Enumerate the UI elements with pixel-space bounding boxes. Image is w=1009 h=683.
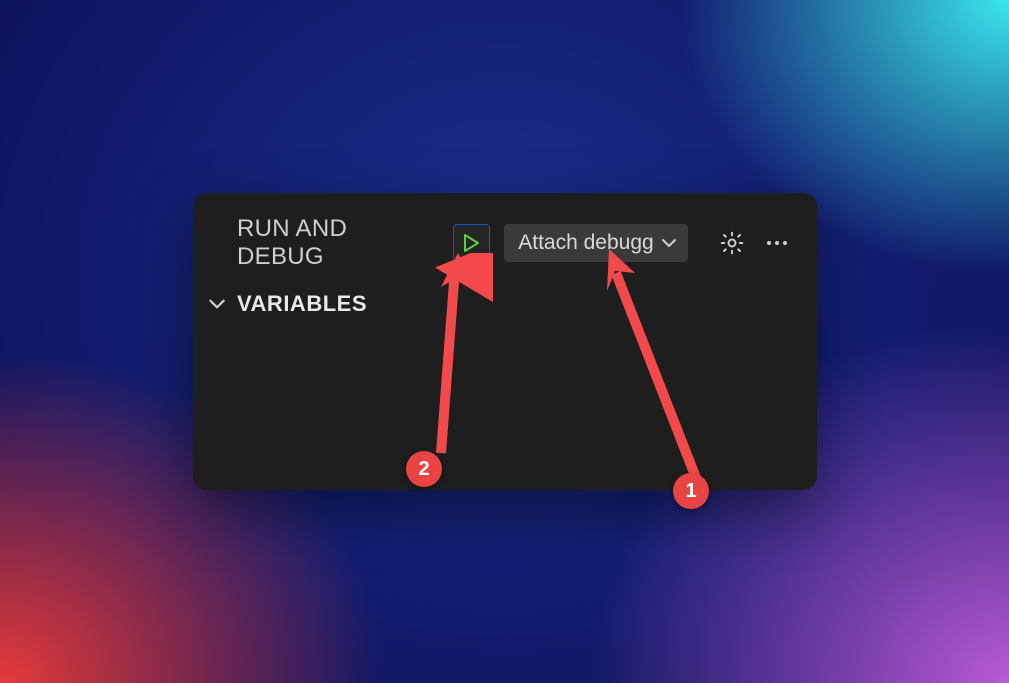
panel-header: RUN AND DEBUG Attach debugg xyxy=(193,193,817,281)
dot-icon xyxy=(767,241,771,245)
settings-button[interactable] xyxy=(716,227,748,259)
variables-section-label: VARIABLES xyxy=(237,291,367,317)
gear-icon xyxy=(719,230,745,256)
more-actions-button[interactable] xyxy=(761,227,793,259)
debug-config-selected-label: Attach debugg xyxy=(518,231,653,255)
annotation-badge-2: 2 xyxy=(406,451,442,487)
run-and-debug-panel: RUN AND DEBUG Attach debugg xyxy=(193,193,817,490)
dot-icon xyxy=(775,241,779,245)
start-debug-button[interactable] xyxy=(453,224,491,262)
annotation-badge-1: 1 xyxy=(673,473,709,509)
chevron-down-icon xyxy=(660,234,678,252)
debug-config-dropdown[interactable]: Attach debugg xyxy=(504,224,687,262)
play-icon xyxy=(461,233,481,253)
variables-section-header[interactable]: VARIABLES xyxy=(193,281,817,317)
chevron-down-icon xyxy=(207,294,227,314)
panel-title: RUN AND DEBUG xyxy=(237,215,439,271)
dot-icon xyxy=(783,241,787,245)
